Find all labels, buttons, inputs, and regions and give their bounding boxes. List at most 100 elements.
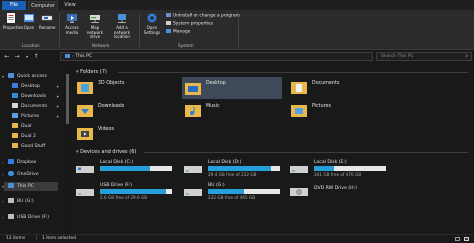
arrow-up-icon: ↑ [33, 53, 39, 60]
map-network-drive-label: Map network drive [86, 25, 104, 40]
pin-icon: ✦ [56, 114, 60, 119]
gear-icon [147, 13, 157, 23]
drive-icon [184, 166, 202, 173]
drive-name: USB Drive (F:) [100, 183, 133, 188]
nav-dropbox[interactable]: › Dropbox [2, 158, 37, 167]
dvd-drive-icon [290, 188, 308, 196]
rename-button[interactable]: Rename [39, 12, 55, 31]
nav-onedrive[interactable]: › OneDrive [2, 170, 39, 179]
folder-pictures[interactable]: Pictures [290, 102, 390, 120]
nav-label: Dropbox [17, 160, 37, 165]
drive-icon [184, 189, 202, 196]
system-properties-icon [166, 21, 171, 25]
drive-usage-bar [208, 189, 280, 194]
open-button[interactable]: Open [21, 12, 37, 31]
access-media-label: Access media [65, 25, 79, 35]
drive-usage-fill [314, 166, 335, 171]
map-network-drive-button[interactable]: Map network drive [83, 12, 107, 40]
3d-objects-icon [77, 82, 93, 94]
forward-button[interactable]: → [13, 53, 21, 61]
folder-3d-objects[interactable]: 3D Objects [76, 79, 176, 97]
nav-dual-2[interactable]: Dual 2 [12, 132, 36, 141]
section-divider [144, 152, 468, 153]
nav-usb-drive-f[interactable]: › USB Drive (F:) [2, 213, 49, 222]
drive-name: DVD RW Drive (H:) [314, 186, 357, 191]
chevron-down-icon: ▾ [2, 184, 5, 189]
folder-downloads[interactable]: Downloads [76, 102, 176, 120]
document-icon [12, 102, 18, 108]
drive-local-disk-d[interactable]: Local Disk (D:) 29.4 GB free of 222 GB [184, 160, 284, 180]
manage-button[interactable]: Manage [166, 29, 190, 35]
tab-view[interactable]: View [60, 1, 80, 10]
tiles-view-icon[interactable] [464, 237, 469, 241]
folder-name: Desktop [206, 81, 226, 86]
nav-dual[interactable]: Dual [12, 122, 32, 131]
folders-section-header[interactable]: ▾ Folders (7) [76, 69, 468, 75]
nav-label: Quick access [17, 74, 47, 79]
folder-videos[interactable]: Videos [76, 125, 176, 143]
folder-documents[interactable]: Documents [290, 79, 390, 97]
drive-bu-g[interactable]: BU (G:) 232 GB free of 465 GB [184, 183, 284, 203]
drive-icon [290, 166, 308, 173]
windows-drive-icon [76, 166, 94, 173]
drive-usage-bar [208, 166, 280, 171]
status-item-count: 13 items [6, 236, 26, 241]
ribbon-separator [139, 13, 140, 47]
nav-good-stuff[interactable]: Good Stuff [12, 142, 45, 151]
ribbon: Properties Open Rename Location Access m… [0, 10, 474, 50]
drive-name: BU (G:) [208, 183, 225, 188]
rename-icon [41, 15, 53, 21]
folder-name: 3D Objects [98, 81, 125, 86]
cloud-icon [8, 170, 14, 176]
star-icon [8, 72, 14, 78]
drive-icon [8, 197, 14, 203]
drives-section-header[interactable]: ▾ Devices and drives (6) [76, 149, 468, 155]
search-placeholder: Search This PC [381, 54, 414, 59]
open-settings-button[interactable]: Open Settings [143, 12, 161, 35]
drive-local-disk-c[interactable]: Local Disk (C:) [76, 160, 176, 180]
system-group-label: System [178, 43, 194, 48]
chevron-right-icon: › [2, 215, 4, 220]
up-button[interactable]: ↑ [32, 53, 40, 61]
nav-label: Documents [21, 104, 48, 109]
navigation-scrollbar[interactable] [64, 64, 70, 234]
ribbon-tab-bar: File Computer View [0, 0, 474, 10]
tab-file[interactable]: File [2, 1, 26, 10]
back-button[interactable]: ← [3, 53, 11, 61]
videos-folder-icon [77, 128, 93, 140]
address-bar[interactable]: › This PC [60, 52, 373, 61]
drive-usage-fill [208, 189, 244, 194]
drive-local-disk-e[interactable]: Local Disk (E:) 341 GB free of 476 GB [290, 160, 390, 180]
nav-quick-access[interactable]: ▾ Quick access [2, 72, 47, 81]
folder-icon [12, 142, 18, 148]
drive-free-space: 2.6 GB free of 29.6 GB [100, 195, 148, 200]
nav-pictures[interactable]: Pictures ✦ [12, 112, 59, 121]
access-media-button[interactable]: Access media [62, 12, 82, 35]
nav-label: Pictures [21, 114, 40, 119]
system-properties-button[interactable]: System properties [166, 21, 213, 27]
nav-desktop[interactable]: Desktop ✦ [12, 82, 59, 91]
drive-free-space: 341 GB free of 476 GB [314, 172, 362, 177]
drive-usb-f[interactable]: USB Drive (F:) 2.6 GB free of 29.6 GB [76, 183, 176, 203]
nav-downloads[interactable]: Downloads ✦ [12, 92, 59, 101]
open-label: Open [23, 25, 35, 30]
recent-locations-button[interactable]: ▾ [23, 53, 31, 61]
drive-name: Local Disk (E:) [314, 160, 347, 165]
details-view-icon[interactable] [455, 237, 460, 241]
folder-music[interactable]: Music [184, 102, 284, 120]
nav-bu-g[interactable]: › BU (G:) [2, 197, 34, 206]
nav-this-pc[interactable]: ▾ This PC [2, 182, 58, 191]
uninstall-program-button[interactable]: Uninstall or change a program [166, 13, 240, 19]
tab-computer[interactable]: Computer [28, 1, 58, 10]
properties-button[interactable]: Properties [3, 12, 23, 31]
folder-icon [12, 122, 18, 128]
search-input[interactable]: Search This PC ⌕ [376, 52, 472, 61]
nav-documents[interactable]: Documents ✦ [12, 102, 59, 111]
network-location-icon [118, 14, 126, 23]
scrollbar-thumb[interactable] [65, 74, 69, 124]
add-network-location-button[interactable]: Add a network location [108, 12, 136, 40]
nav-label: Dual 2 [21, 134, 36, 139]
folder-desktop[interactable]: Desktop [182, 77, 282, 99]
breadcrumb-this-pc[interactable]: This PC [75, 54, 92, 59]
drive-dvd-h[interactable]: DVD RW Drive (H:) [290, 183, 390, 203]
